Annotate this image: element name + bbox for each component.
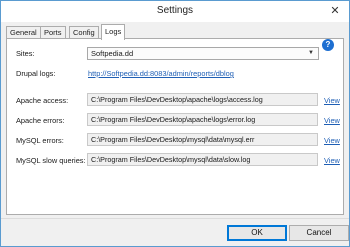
tab-logs[interactable]: Logs [101,24,126,40]
sites-selected-value: Softpedia.dd [91,49,134,58]
apache-errors-label: Apache errors: [16,116,65,125]
title-bar: Settings ✕ [1,1,349,22]
mysql-slow-queries-label: MySQL slow queries: [16,156,86,165]
mysql-errors-label: MySQL errors: [16,136,64,145]
drupal-logs-label: Drupal logs: [16,69,56,78]
mysql-slow-queries-path[interactable]: C:\Program Files\DevDesktop\mysql\data\s… [87,153,318,166]
chevron-down-icon: ▼ [308,50,314,56]
logs-panel: ? Sites: Softpedia.dd ▼ Drupal logs: htt… [6,38,344,215]
footer-divider [1,218,349,219]
help-icon[interactable]: ? [322,39,334,51]
mysql-errors-view-link[interactable]: View [324,136,340,145]
apache-access-path[interactable]: C:\Program Files\DevDesktop\apache\logs\… [87,93,318,106]
mysql-errors-path[interactable]: C:\Program Files\DevDesktop\mysql\data\m… [87,133,318,146]
apache-access-label: Apache access: [16,96,69,105]
apache-access-view-link[interactable]: View [324,96,340,105]
close-icon[interactable]: ✕ [329,5,341,17]
apache-errors-view-link[interactable]: View [324,116,340,125]
mysql-slow-queries-view-link[interactable]: View [324,156,340,165]
sites-dropdown[interactable]: Softpedia.dd ▼ [87,47,319,60]
ok-button[interactable]: OK [227,225,287,241]
cancel-button[interactable]: Cancel [289,225,349,241]
apache-errors-path[interactable]: C:\Program Files\DevDesktop\apache\logs\… [87,113,318,126]
settings-window: Settings ✕ General Ports Config Logs ? S… [0,0,350,247]
drupal-logs-link[interactable]: http://Softpedia.dd:8083/admin/reports/d… [88,69,234,78]
sites-label: Sites: [16,49,35,58]
window-title: Settings [156,5,194,16]
